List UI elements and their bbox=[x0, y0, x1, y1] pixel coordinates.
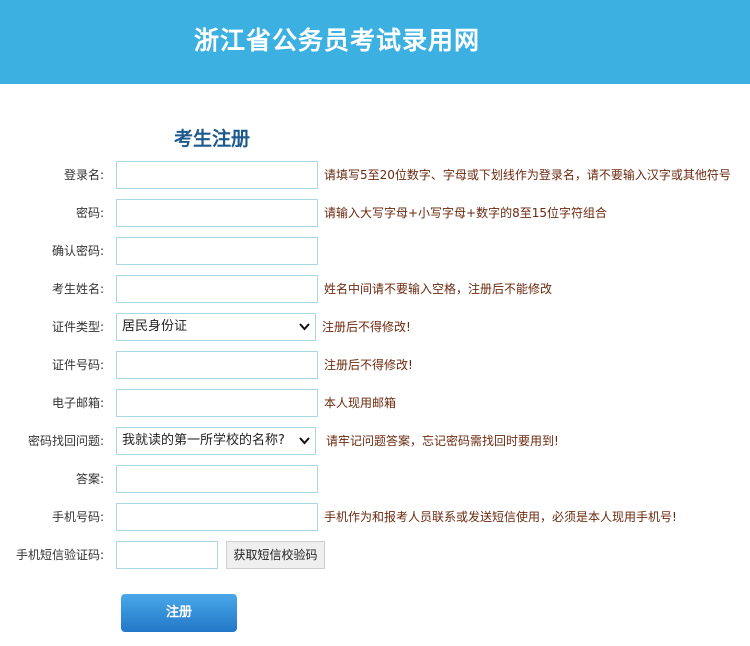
id-number-row: 证件号码: 注册后不得修改! bbox=[0, 351, 750, 379]
email-input[interactable] bbox=[116, 389, 318, 417]
password-hint: 请输入大写字母+小写字母+数字的8至15位字符组合 bbox=[324, 206, 608, 220]
sms-code-row: 手机短信验证码: 获取短信校验码 bbox=[0, 541, 750, 569]
username-label: 登录名: bbox=[63, 168, 104, 182]
id-type-label: 证件类型: bbox=[51, 320, 104, 334]
id-number-hint: 注册后不得修改! bbox=[324, 358, 413, 372]
register-button[interactable]: 注册 bbox=[121, 594, 237, 632]
email-hint: 本人现用邮箱 bbox=[324, 396, 397, 410]
confirm-password-input[interactable] bbox=[116, 237, 318, 265]
username-hint: 请填写5至20位数字、字母或下划线作为登录名，请不要输入汉字或其他符号 bbox=[324, 168, 731, 182]
answer-input[interactable] bbox=[116, 465, 318, 493]
sms-code-input[interactable] bbox=[116, 541, 218, 569]
chevron-down-icon bbox=[299, 323, 310, 331]
id-number-input[interactable] bbox=[116, 351, 318, 379]
email-row: 电子邮箱: 本人现用邮箱 bbox=[0, 389, 750, 417]
email-label: 电子邮箱: bbox=[51, 396, 104, 410]
password-input[interactable] bbox=[116, 199, 318, 227]
mobile-hint: 手机作为和报考人员联系或发送短信使用，必须是本人现用手机号! bbox=[324, 510, 677, 524]
password-label: 密码: bbox=[75, 206, 104, 220]
name-hint: 姓名中间请不要输入空格，注册后不能修改 bbox=[324, 282, 553, 296]
mobile-row: 手机号码: 手机作为和报考人员联系或发送短信使用，必须是本人现用手机号! bbox=[0, 503, 750, 531]
chevron-down-icon bbox=[299, 437, 310, 445]
password-row: 密码: 请输入大写字母+小写字母+数字的8至15位字符组合 bbox=[0, 199, 750, 227]
name-label: 考生姓名: bbox=[51, 282, 104, 296]
id-type-select[interactable]: 居民身份证 bbox=[116, 313, 316, 341]
site-title: 浙江省公务员考试录用网 bbox=[194, 26, 481, 55]
confirm-password-label: 确认密码: bbox=[51, 244, 104, 258]
security-question-row: 密码找回问题: 我就读的第一所学校的名称? 请牢记问题答案，忘记密码需找回时要用… bbox=[0, 427, 750, 455]
answer-row: 答案: bbox=[0, 465, 750, 493]
confirm-password-row: 确认密码: bbox=[0, 237, 750, 265]
get-sms-code-button[interactable]: 获取短信校验码 bbox=[226, 541, 325, 569]
name-input[interactable] bbox=[116, 275, 318, 303]
security-question-label: 密码找回问题: bbox=[27, 434, 104, 448]
name-row: 考生姓名: 姓名中间请不要输入空格，注册后不能修改 bbox=[0, 275, 750, 303]
security-question-select[interactable]: 我就读的第一所学校的名称? bbox=[116, 427, 316, 455]
mobile-label: 手机号码: bbox=[51, 510, 104, 524]
mobile-input[interactable] bbox=[116, 503, 318, 531]
site-header: 浙江省公务员考试录用网 bbox=[0, 0, 750, 84]
id-type-hint: 注册后不得修改! bbox=[322, 320, 411, 334]
username-row: 登录名: 请填写5至20位数字、字母或下划线作为登录名，请不要输入汉字或其他符号 bbox=[0, 161, 750, 189]
id-number-label: 证件号码: bbox=[51, 358, 104, 372]
username-input[interactable] bbox=[116, 161, 318, 189]
id-type-selected-value: 居民身份证 bbox=[122, 319, 188, 334]
page-title: 考生注册 bbox=[174, 128, 251, 150]
sms-code-label: 手机短信验证码: bbox=[15, 548, 104, 562]
answer-label: 答案: bbox=[75, 472, 104, 486]
security-question-selected-value: 我就读的第一所学校的名称? bbox=[122, 433, 285, 448]
id-type-row: 证件类型: 居民身份证 注册后不得修改! bbox=[0, 313, 750, 341]
security-question-hint: 请牢记问题答案，忘记密码需找回时要用到! bbox=[326, 434, 559, 448]
